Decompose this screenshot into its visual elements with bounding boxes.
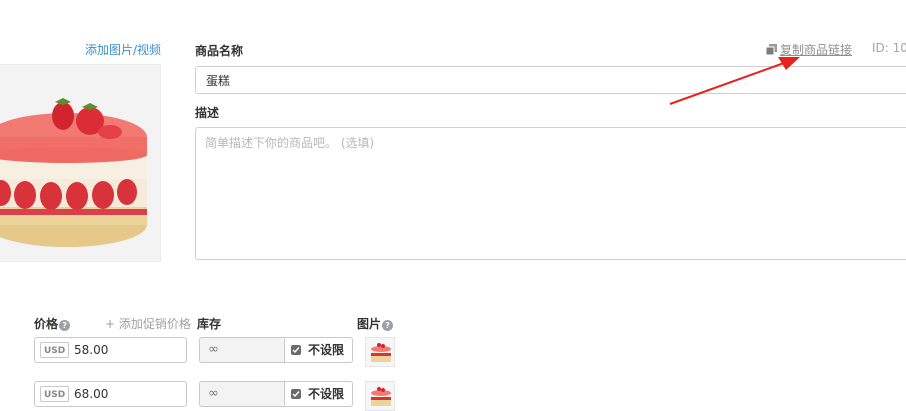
unlimited-toggle[interactable]: 不设限 [284,337,353,363]
price-value: 58.00 [74,343,109,357]
description-textarea[interactable] [195,127,906,260]
currency-badge: USD [40,386,70,402]
image-header: 图片? [357,315,394,332]
price-input[interactable]: USD 68.00 [34,381,187,407]
check-icon[interactable] [291,389,301,399]
image-header-label: 图片 [357,317,382,331]
product-main-image[interactable] [0,64,161,262]
currency-badge: USD [40,342,70,358]
price-header: 价格? [34,315,71,332]
product-id: ID: 101 [872,41,906,55]
cake-thumbnail [366,382,394,410]
stock-input[interactable]: ∞ 不设限 [199,337,353,363]
description-label: 描述 [195,106,220,120]
unlimited-toggle[interactable]: 不设限 [284,381,353,407]
annotation-arrow [669,57,800,105]
variant-thumbnail[interactable] [365,381,395,411]
price-input[interactable]: USD 58.00 [34,337,187,363]
help-icon[interactable]: ? [59,320,71,331]
check-icon[interactable] [291,345,301,355]
add-media-link[interactable]: 添加图片/视频 [85,41,161,58]
help-icon[interactable]: ? [382,320,394,331]
price-header-label: 价格 [34,317,59,331]
stock-input[interactable]: ∞ 不设限 [199,381,353,407]
stock-value: ∞ [208,386,219,401]
cake-thumbnail [366,338,394,366]
unlimited-label: 不设限 [308,343,345,357]
stock-header: 库存 [197,317,222,331]
product-name-label: 商品名称 [195,44,244,58]
price-value: 68.00 [74,387,109,401]
unlimited-label: 不设限 [308,387,345,401]
stock-value: ∞ [208,342,219,357]
cake-image [0,65,160,261]
add-promo-price-link[interactable]: + 添加促销价格 [105,315,191,332]
variant-thumbnail[interactable] [365,337,395,367]
